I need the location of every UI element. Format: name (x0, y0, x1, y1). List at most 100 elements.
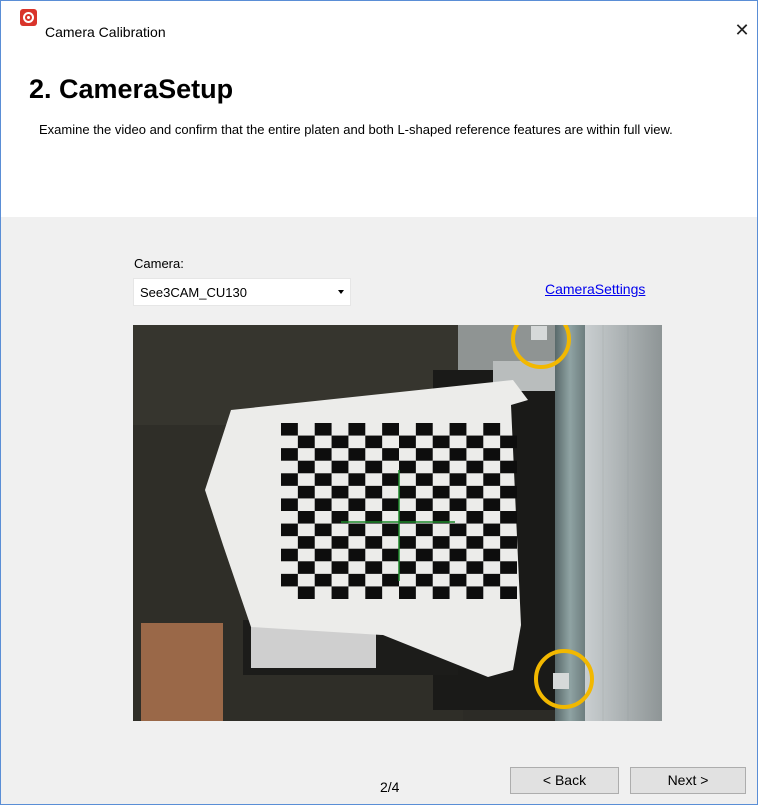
checker-square (432, 460, 450, 474)
checker-square (500, 435, 517, 449)
checker-square (331, 561, 349, 574)
checker-square (297, 561, 315, 574)
checker-square (314, 498, 332, 511)
reference-feature-top (531, 326, 547, 340)
checker-square (281, 423, 298, 436)
checker-square (281, 523, 298, 537)
checker-square (466, 435, 484, 449)
checker-square (331, 435, 349, 449)
checker-square (314, 523, 332, 537)
checker-square (500, 536, 517, 549)
checker-square (382, 423, 399, 436)
checker-square (432, 561, 450, 574)
video-frame (133, 325, 662, 721)
checker-square (449, 498, 467, 511)
camera-settings-link[interactable]: CameraSettings (545, 280, 645, 298)
checker-square (483, 548, 501, 562)
checker-square (365, 536, 383, 549)
guide-rail (555, 325, 585, 721)
back-button[interactable]: < Back (510, 767, 619, 794)
page-description: Examine the video and confirm that the e… (39, 122, 673, 137)
checker-square (415, 523, 433, 537)
checker-square (365, 561, 383, 574)
checker-square (297, 460, 315, 474)
checker-square (314, 573, 332, 587)
checker-square (449, 523, 467, 537)
checker-square (415, 473, 433, 486)
close-button[interactable]: ✕ (731, 19, 753, 41)
checker-square (348, 473, 366, 486)
checker-square (281, 473, 298, 486)
checker-square (399, 536, 416, 549)
checker-square (348, 423, 366, 436)
checker-square (297, 435, 315, 449)
checker-square (483, 523, 501, 537)
camera-dropdown[interactable]: See3CAM_CU130 (133, 278, 351, 306)
chevron-down-icon (338, 290, 344, 294)
checker-square (348, 523, 366, 537)
right-surface (585, 325, 662, 721)
checker-square (365, 485, 383, 499)
checker-square (500, 460, 517, 474)
checker-square (348, 573, 366, 587)
checker-square (399, 485, 416, 499)
checker-square (365, 586, 383, 599)
checker-square (483, 423, 501, 436)
reference-feature-bottom (553, 673, 569, 689)
title-bar: Camera Calibration ✕ (1, 1, 757, 40)
checker-square (399, 586, 416, 599)
checker-square (415, 548, 433, 562)
checker-square (382, 498, 399, 511)
checker-square (281, 448, 298, 461)
checker-square (297, 485, 315, 499)
next-button[interactable]: Next > (630, 767, 746, 794)
checker-square (466, 485, 484, 499)
app-logo-icon (20, 9, 37, 26)
checker-square (432, 435, 450, 449)
page-header: 2. CameraSetup Examine the video and con… (1, 43, 757, 217)
checker-square (297, 536, 315, 549)
camera-label: Camera: (134, 256, 184, 271)
checker-square (466, 536, 484, 549)
checker-square (365, 435, 383, 449)
calibration-window: Camera Calibration ✕ 2. CameraSetup Exam… (0, 0, 758, 805)
checker-square (331, 536, 349, 549)
checker-square (483, 448, 501, 461)
checker-square (449, 473, 467, 486)
checker-square (483, 498, 501, 511)
checker-square (365, 460, 383, 474)
window-title: Camera Calibration (45, 24, 166, 40)
checker-square (500, 511, 517, 524)
checker-square (331, 460, 349, 474)
checker-square (415, 573, 433, 587)
page-indicator: 2/4 (380, 779, 400, 795)
checker-square (331, 586, 349, 599)
checker-square (281, 498, 298, 511)
checker-square (314, 548, 332, 562)
checker-square (466, 561, 484, 574)
checker-square (483, 573, 501, 587)
checker-square (449, 423, 467, 436)
checker-square (500, 561, 517, 574)
checker-square (382, 523, 399, 537)
camera-video-feed (133, 325, 662, 721)
checker-square (281, 548, 298, 562)
cardboard-box (141, 623, 223, 721)
checker-square (415, 448, 433, 461)
checker-square (382, 473, 399, 486)
checker-square (348, 498, 366, 511)
checker-square (382, 573, 399, 587)
checker-square (449, 573, 467, 587)
checker-square (500, 485, 517, 499)
checker-square (500, 586, 517, 599)
checker-square (449, 448, 467, 461)
checker-square (331, 485, 349, 499)
checker-square (281, 573, 298, 587)
checker-square (399, 460, 416, 474)
checker-square (449, 548, 467, 562)
checker-square (348, 548, 366, 562)
checker-square (382, 548, 399, 562)
content-area: Camera: See3CAM_CU130 CameraSettings 2/4… (1, 217, 757, 804)
checker-square (297, 586, 315, 599)
checker-square (466, 511, 484, 524)
